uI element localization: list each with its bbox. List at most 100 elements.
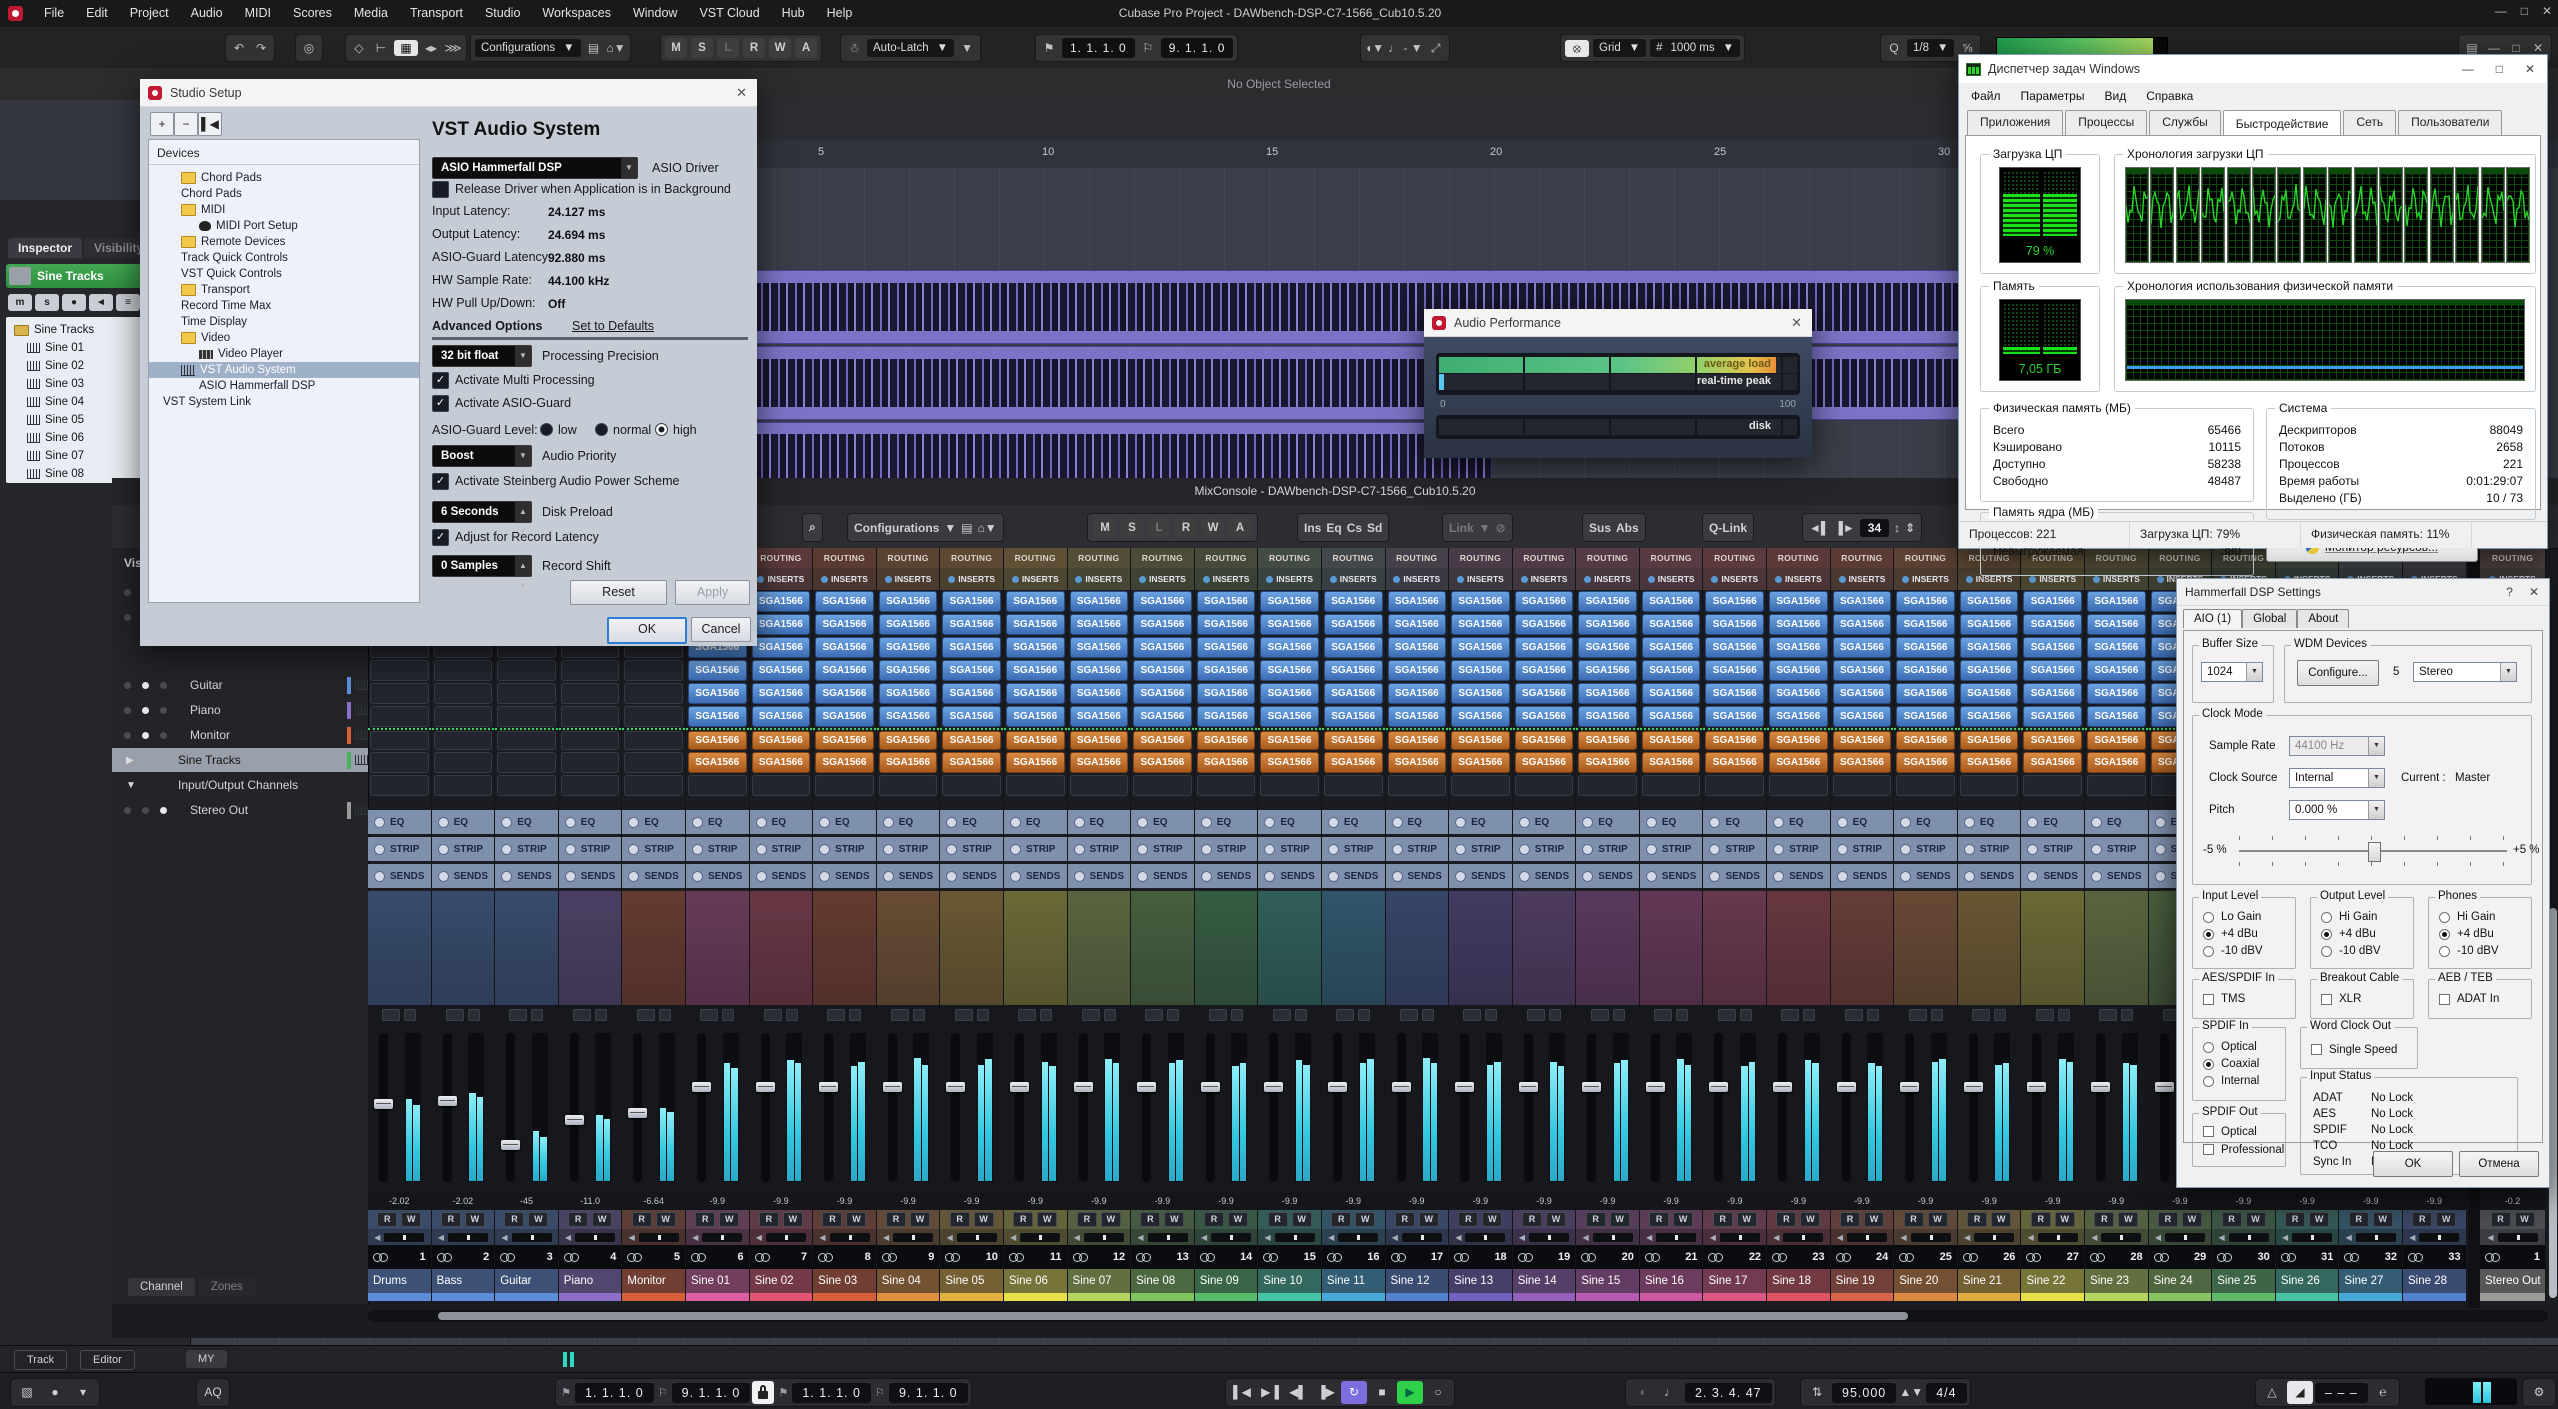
gear-icon[interactable]: ⚙ (2526, 1381, 2552, 1404)
insert-slot-sga1566[interactable]: SGA1566 (940, 705, 1003, 728)
fader-handle[interactable] (565, 1115, 584, 1125)
tree-item-midi-port-setup[interactable]: MIDI Port Setup (149, 218, 420, 234)
tm-tab-Службы[interactable]: Службы (2149, 110, 2220, 135)
channel-sine-02[interactable]: ROUTINGINSERTSSGA1566SGA1566SGA1566SGA15… (750, 548, 814, 1308)
channel-mini-buttons[interactable] (1894, 1009, 1957, 1021)
sends-rack[interactable]: SENDS (1703, 864, 1766, 888)
strip-rack[interactable]: STRIP (1258, 837, 1321, 861)
tree-item-asio-hammerfall-dsp[interactable]: ASIO Hammerfall DSP (149, 378, 420, 394)
sends-rack[interactable]: SENDS (1767, 864, 1830, 888)
fader-handle[interactable] (1837, 1082, 1856, 1092)
write-button[interactable]: W (2246, 1212, 2266, 1227)
insert-slot-sga1566[interactable]: SGA1566 (2085, 705, 2148, 728)
fader-handle[interactable] (1201, 1082, 1220, 1092)
tempo-spinner[interactable]: ▲▼ (1898, 1381, 1924, 1404)
insert-slot-sga1566[interactable]: SGA1566 (2021, 728, 2084, 751)
insert-slot-sga1566[interactable]: SGA1566 (1576, 728, 1639, 751)
routing-rack[interactable]: ROUTING (1640, 548, 1703, 568)
pan-control[interactable]: ◀ (2403, 1229, 2466, 1245)
pan-control[interactable]: ◀ (1004, 1229, 1067, 1245)
channel-name-label[interactable]: Sine 20 (1894, 1269, 1957, 1293)
insert-slot-sga1566[interactable]: SGA1566 (1576, 682, 1639, 705)
insert-slot-sga1566[interactable]: SGA1566 (1386, 682, 1449, 705)
insert-slot-empty[interactable] (495, 751, 558, 774)
sends-rack[interactable]: SENDS (495, 864, 558, 888)
fader-groove[interactable] (379, 1033, 388, 1182)
sends-rack[interactable]: SENDS (940, 864, 1003, 888)
insert-slot-sga1566[interactable]: SGA1566 (1004, 636, 1067, 659)
sends-rack[interactable]: SENDS (1513, 864, 1576, 888)
arrows-icon[interactable]: ⋙ (444, 41, 462, 55)
read-button[interactable]: R (1395, 1212, 1415, 1227)
channel-name-label[interactable]: Monitor (622, 1269, 685, 1293)
fader-groove[interactable] (570, 1033, 579, 1182)
inserts-rack[interactable]: INSERTS (1068, 568, 1131, 590)
insert-slot-sga1566[interactable]: SGA1566 (1703, 682, 1766, 705)
maximize-icon[interactable]: □ (2521, 4, 2528, 18)
insert-slot-sga1566[interactable]: SGA1566 (813, 751, 876, 774)
channel-mini-buttons[interactable] (1767, 1009, 1830, 1021)
insert-slot-empty[interactable] (622, 659, 685, 682)
spdif-in-radio-optical[interactable] (2203, 1042, 2214, 1053)
eq-rack[interactable]: EQ (1513, 810, 1576, 834)
insert-slot-sga1566[interactable]: SGA1566 (686, 751, 749, 774)
insert-slot-empty[interactable] (559, 751, 622, 774)
workspace-badge[interactable]: MY (186, 1350, 227, 1368)
read-button[interactable]: R (377, 1212, 397, 1227)
sends-rack[interactable]: SENDS (750, 864, 813, 888)
insert-slot-sga1566[interactable]: SGA1566 (1894, 705, 1957, 728)
fader-handle[interactable] (883, 1082, 902, 1092)
checkbox-XLR[interactable] (2321, 994, 2332, 1005)
insert-slot-sga1566[interactable]: SGA1566 (1958, 751, 2021, 774)
guard-level-radio-low[interactable] (540, 423, 553, 436)
routing-rack[interactable]: ROUTING (1068, 548, 1131, 568)
channel-name-label[interactable]: Sine 28 (2403, 1269, 2466, 1293)
arrow-icon[interactable]: ▾ (70, 1381, 96, 1404)
insert-slot-sga1566[interactable]: SGA1566 (1831, 728, 1894, 751)
radio-Lo-Gain[interactable] (2203, 912, 2214, 923)
insert-slot-sga1566[interactable]: SGA1566 (2021, 590, 2084, 613)
tab-inspector[interactable]: Inspector (8, 238, 82, 258)
read-button[interactable]: R (822, 1212, 842, 1227)
insert-slot-sga1566[interactable]: SGA1566 (813, 613, 876, 636)
pan-control[interactable]: ◀ (1386, 1229, 1449, 1245)
close-icon[interactable]: ✕ (2529, 585, 2539, 599)
write-button[interactable]: W (656, 1212, 676, 1227)
visibility-dot[interactable] (124, 682, 131, 689)
fader-groove[interactable] (2096, 1033, 2105, 1182)
insert-slot-empty[interactable] (940, 774, 1003, 797)
insert-slot-sga1566[interactable]: SGA1566 (1894, 682, 1957, 705)
write-button[interactable]: W (1928, 1212, 1948, 1227)
routing-rack[interactable]: ROUTING (1831, 548, 1894, 568)
sends-rack[interactable]: SENDS (813, 864, 876, 888)
tree-item-vst-system-link[interactable]: VST System Link (149, 394, 420, 410)
insert-slot-sga1566[interactable]: SGA1566 (2085, 659, 2148, 682)
minimize2-icon[interactable]: — (2485, 41, 2503, 55)
chevron-down-icon[interactable]: ▼ (958, 41, 976, 55)
insert-slot-sga1566[interactable]: SGA1566 (1576, 613, 1639, 636)
write-button[interactable]: W (1292, 1212, 1312, 1227)
eq-rack[interactable]: EQ (1640, 810, 1703, 834)
speaker-icon[interactable]: ◖▼ (1365, 41, 1384, 55)
sends-rack[interactable]: SENDS (1386, 864, 1449, 888)
insert-slot-sga1566[interactable]: SGA1566 (2021, 682, 2084, 705)
fader-handle[interactable] (1010, 1082, 1029, 1092)
insert-slot-sga1566[interactable]: SGA1566 (1640, 636, 1703, 659)
read-button[interactable]: R (441, 1212, 461, 1227)
channel-mini-buttons[interactable] (1131, 1009, 1194, 1021)
pan-control[interactable]: ◀ (940, 1229, 1003, 1245)
channel-mini-buttons[interactable] (495, 1009, 558, 1021)
ok-button[interactable]: OK (2373, 1151, 2453, 1177)
spdif-out-optical-checkbox[interactable] (2203, 1126, 2214, 1137)
edit-pattern-icon[interactable]: ℮ (2370, 1381, 2396, 1404)
fader-handle[interactable] (756, 1082, 775, 1092)
inserts-rack[interactable]: INSERTS (750, 568, 813, 590)
pan-control[interactable]: ◀ (495, 1229, 558, 1245)
insert-slot-sga1566[interactable]: SGA1566 (1576, 751, 1639, 774)
insert-slot-sga1566[interactable]: SGA1566 (1449, 590, 1512, 613)
insert-slot-empty[interactable] (1894, 774, 1957, 797)
pan-control[interactable]: ◀ (1513, 1229, 1576, 1245)
automation-icon[interactable]: ☃ (845, 41, 863, 55)
insert-slot-sga1566[interactable]: SGA1566 (1195, 728, 1258, 751)
pan-control[interactable]: ◀ (1576, 1229, 1639, 1245)
